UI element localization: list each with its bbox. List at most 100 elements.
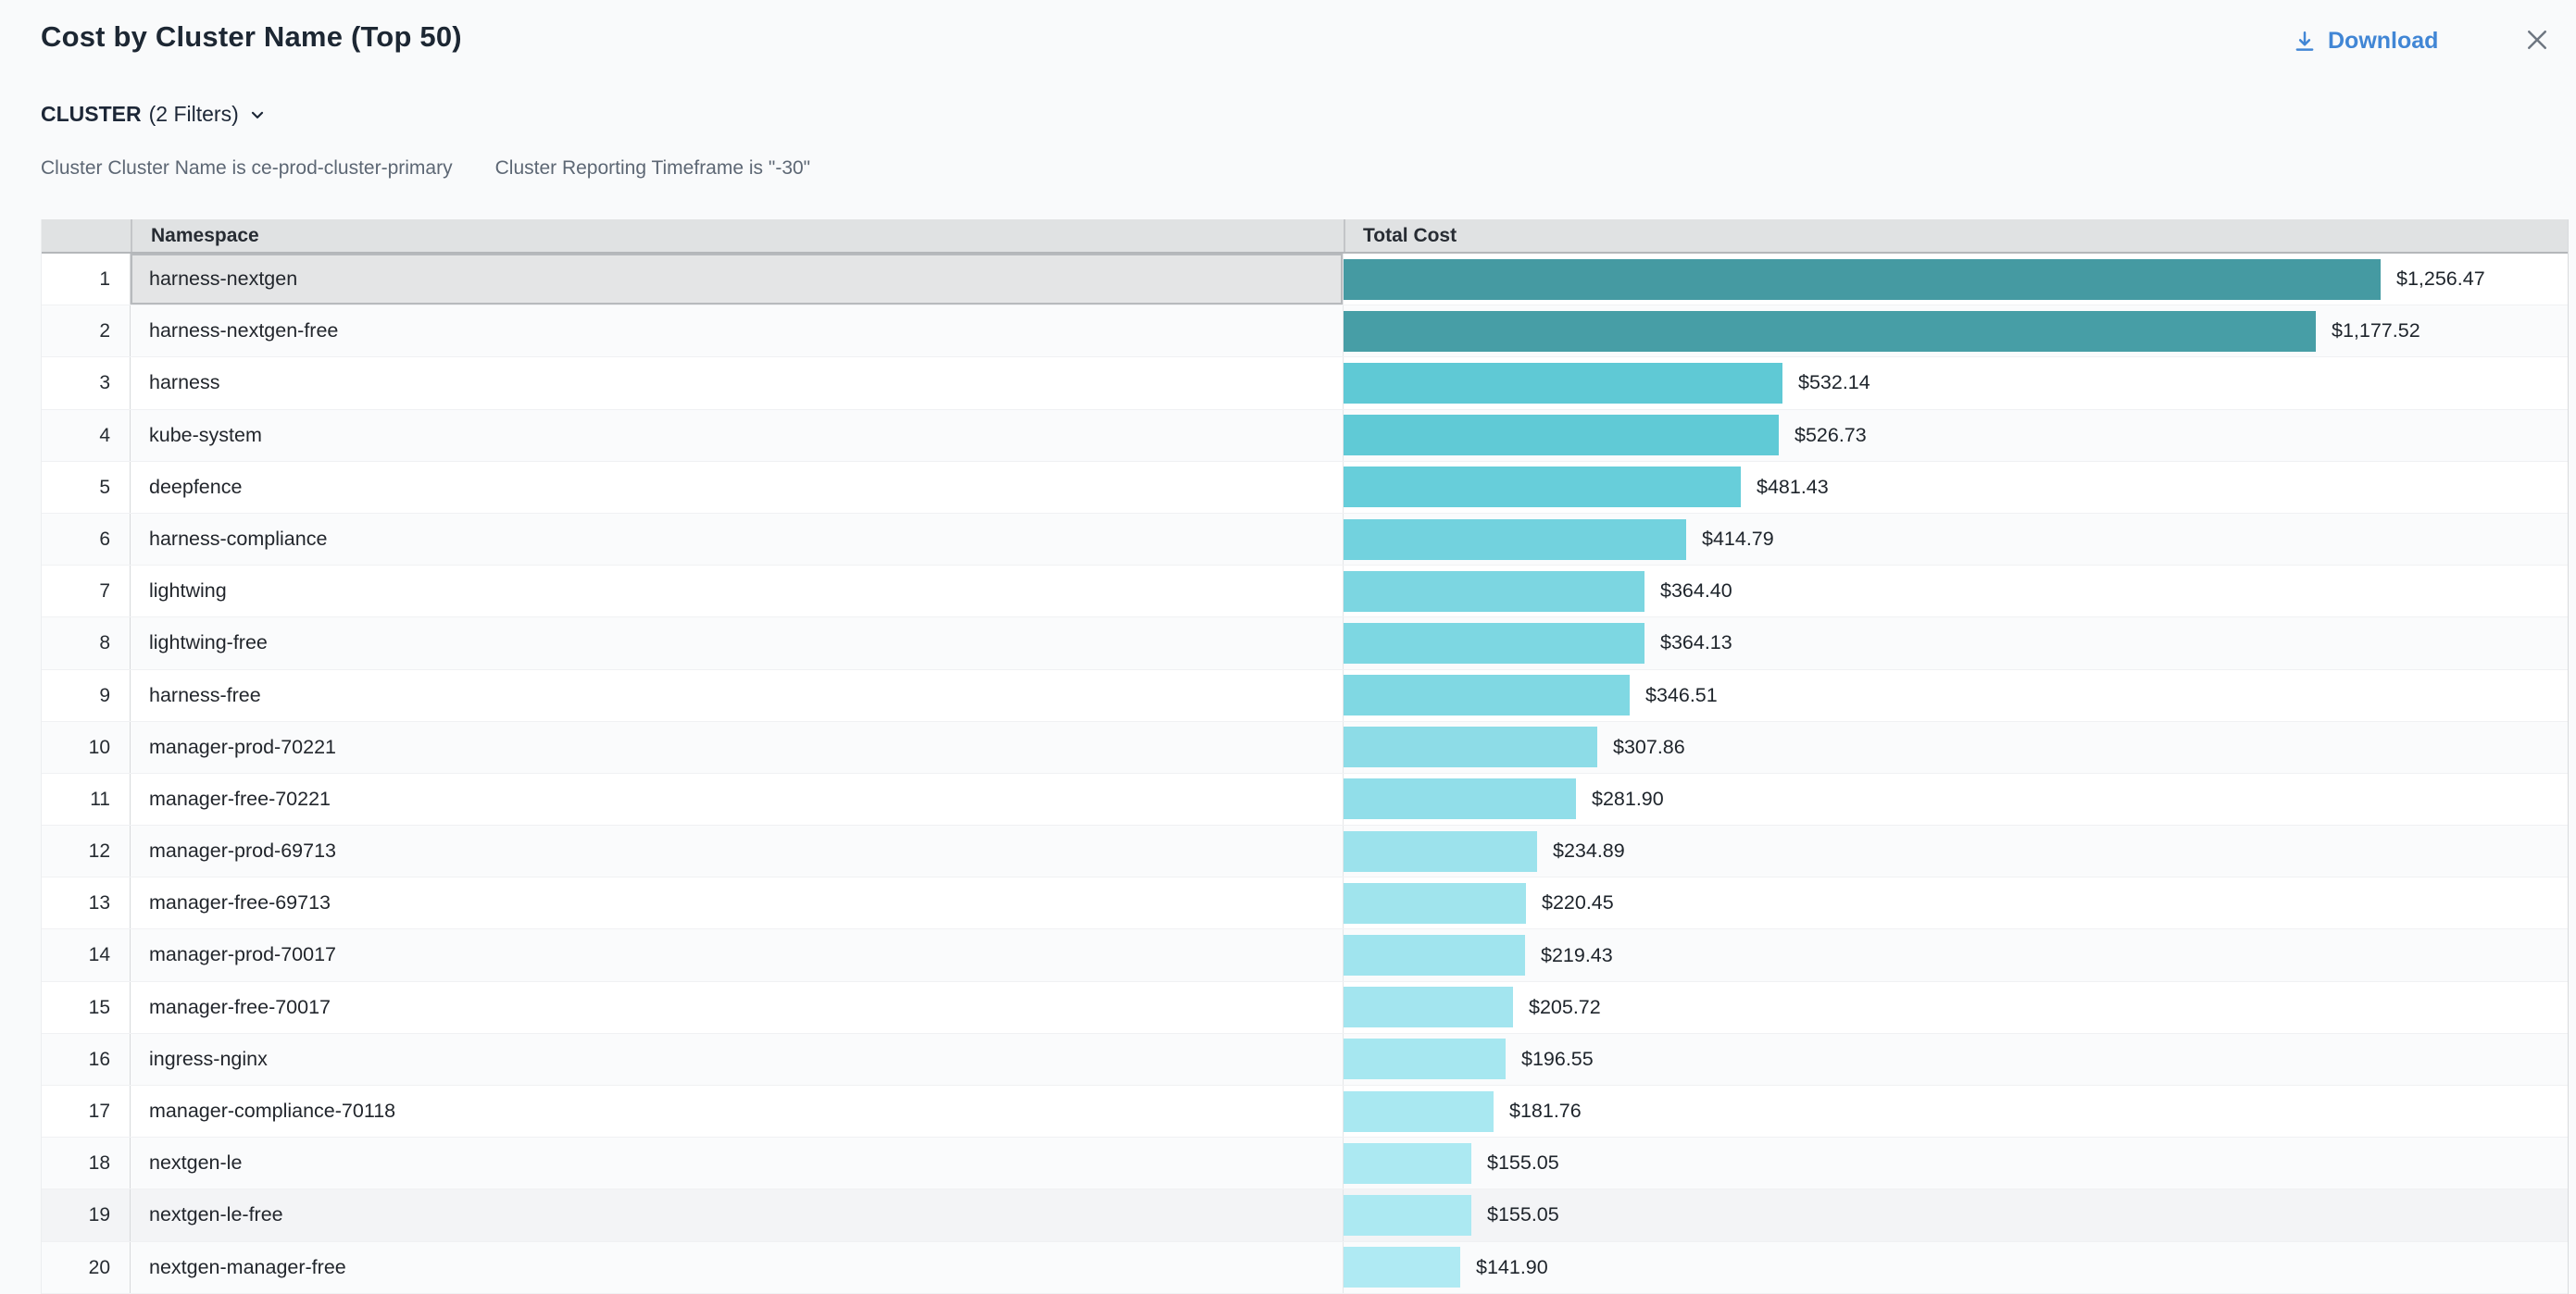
cost-value-label: $155.05 (1487, 1203, 1559, 1226)
namespace-cell[interactable]: lightwing-free (131, 617, 1344, 668)
applied-filter-timeframe: Cluster Reporting Timeframe is "-30" (495, 157, 811, 180)
namespace-cell[interactable]: harness-nextgen-free (131, 305, 1344, 356)
cost-value-label: $1,177.52 (2332, 319, 2420, 342)
row-index: 10 (42, 722, 131, 773)
namespace-cell[interactable]: lightwing (131, 566, 1344, 616)
table-row[interactable]: 2 harness-nextgen-free $1,177.52 (42, 305, 2568, 357)
cost-bar (1344, 675, 1630, 715)
total-cost-cell: $196.55 (1344, 1034, 2568, 1085)
cost-value-label: $364.40 (1660, 579, 1732, 603)
cost-bar (1344, 1195, 1471, 1236)
table-row[interactable]: 5 deepfence $481.43 (42, 462, 2568, 514)
cost-value-label: $307.86 (1613, 736, 1685, 759)
namespace-cell[interactable]: manager-free-70017 (131, 982, 1344, 1033)
table-row[interactable]: 9 harness-free $346.51 (42, 670, 2568, 722)
download-button[interactable]: Download (2293, 28, 2438, 55)
cost-value-label: $414.79 (1702, 528, 1774, 551)
namespace-cell[interactable]: manager-prod-69713 (131, 826, 1344, 877)
table-row[interactable]: 6 harness-compliance $414.79 (42, 514, 2568, 566)
row-index: 18 (42, 1138, 131, 1188)
table-row[interactable]: 17 manager-compliance-70118 $181.76 (42, 1086, 2568, 1138)
cost-value-label: $220.45 (1542, 891, 1614, 915)
cost-value-label: $481.43 (1757, 476, 1829, 499)
namespace-cell[interactable]: manager-free-70221 (131, 774, 1344, 825)
table-row[interactable]: 3 harness $532.14 (42, 357, 2568, 409)
table-row[interactable]: 12 manager-prod-69713 $234.89 (42, 826, 2568, 877)
namespace-cell[interactable]: manager-compliance-70118 (131, 1086, 1344, 1137)
close-icon (2523, 26, 2551, 54)
namespace-cell[interactable]: manager-free-69713 (131, 877, 1344, 928)
row-index: 16 (42, 1034, 131, 1085)
table-row[interactable]: 20 nextgen-manager-free $141.90 (42, 1242, 2568, 1294)
table-row[interactable]: 7 lightwing $364.40 (42, 566, 2568, 617)
download-icon (2293, 30, 2317, 54)
cost-bar (1344, 935, 1525, 976)
cost-bar (1344, 778, 1576, 819)
total-cost-cell: $481.43 (1344, 462, 2568, 513)
namespace-cell[interactable]: manager-prod-70221 (131, 722, 1344, 773)
table-row[interactable]: 14 manager-prod-70017 $219.43 (42, 929, 2568, 981)
namespace-cell[interactable]: harness-compliance (131, 514, 1344, 565)
close-button[interactable] (2520, 24, 2554, 57)
row-index: 2 (42, 305, 131, 356)
table-row[interactable]: 18 nextgen-le $155.05 (42, 1138, 2568, 1189)
cost-value-label: $181.76 (1509, 1100, 1582, 1123)
cost-value-label: $141.90 (1476, 1256, 1548, 1279)
row-index: 1 (42, 254, 131, 305)
total-cost-cell: $346.51 (1344, 670, 2568, 721)
column-header-index (42, 219, 131, 252)
cost-bar (1344, 519, 1686, 560)
cost-value-label: $532.14 (1798, 371, 1870, 394)
table-row[interactable]: 8 lightwing-free $364.13 (42, 617, 2568, 669)
table-row[interactable]: 4 kube-system $526.73 (42, 410, 2568, 462)
namespace-cell[interactable]: harness (131, 357, 1344, 408)
row-index: 15 (42, 982, 131, 1033)
table-row[interactable]: 16 ingress-nginx $196.55 (42, 1034, 2568, 1086)
cost-value-label: $234.89 (1553, 840, 1625, 863)
cost-value-label: $1,256.47 (2396, 268, 2485, 291)
namespace-cell[interactable]: manager-prod-70017 (131, 929, 1344, 980)
cost-bar (1344, 831, 1537, 872)
namespace-cell[interactable]: nextgen-le-free (131, 1189, 1344, 1240)
column-header-total-cost[interactable]: Total Cost (1344, 219, 2568, 252)
cost-bar (1344, 363, 1782, 404)
row-index: 19 (42, 1189, 131, 1240)
namespace-cell[interactable]: kube-system (131, 410, 1344, 461)
total-cost-cell: $155.05 (1344, 1138, 2568, 1188)
total-cost-cell: $532.14 (1344, 357, 2568, 408)
cost-bar (1344, 1143, 1471, 1184)
namespace-cell[interactable]: harness-nextgen (131, 254, 1344, 305)
row-index: 9 (42, 670, 131, 721)
namespace-cell[interactable]: nextgen-manager-free (131, 1242, 1344, 1293)
total-cost-cell: $1,256.47 (1344, 254, 2568, 305)
chevron-down-icon (248, 106, 267, 124)
table-row[interactable]: 1 harness-nextgen $1,256.47 (42, 254, 2568, 305)
table-row[interactable]: 15 manager-free-70017 $205.72 (42, 982, 2568, 1034)
applied-filters: Cluster Cluster Name is ce-prod-cluster-… (41, 157, 853, 180)
namespace-cell[interactable]: harness-free (131, 670, 1344, 721)
total-cost-cell: $181.76 (1344, 1086, 2568, 1137)
total-cost-cell: $364.13 (1344, 617, 2568, 668)
row-index: 3 (42, 357, 131, 408)
page-title: Cost by Cluster Name (Top 50) (41, 20, 462, 54)
cost-bar (1344, 1039, 1506, 1079)
total-cost-cell: $281.90 (1344, 774, 2568, 825)
table-body: 1 harness-nextgen $1,256.47 2 harness-ne… (42, 254, 2568, 1294)
total-cost-cell: $219.43 (1344, 929, 2568, 980)
namespace-cell[interactable]: deepfence (131, 462, 1344, 513)
column-header-namespace[interactable]: Namespace (131, 219, 1344, 252)
namespace-cell[interactable]: ingress-nginx (131, 1034, 1344, 1085)
table-row[interactable]: 10 manager-prod-70221 $307.86 (42, 722, 2568, 774)
namespace-cell[interactable]: nextgen-le (131, 1138, 1344, 1188)
cost-value-label: $196.55 (1521, 1048, 1594, 1071)
cost-bar (1344, 311, 2316, 352)
cluster-filters-toggle[interactable]: CLUSTER (2 Filters) (41, 102, 267, 127)
table-row[interactable]: 19 nextgen-le-free $155.05 (42, 1189, 2568, 1241)
row-index: 20 (42, 1242, 131, 1293)
table-row[interactable]: 13 manager-free-69713 $220.45 (42, 877, 2568, 929)
cost-bar (1344, 467, 1741, 507)
total-cost-cell: $141.90 (1344, 1242, 2568, 1293)
cost-bar (1344, 259, 2381, 300)
row-index: 13 (42, 877, 131, 928)
table-row[interactable]: 11 manager-free-70221 $281.90 (42, 774, 2568, 826)
